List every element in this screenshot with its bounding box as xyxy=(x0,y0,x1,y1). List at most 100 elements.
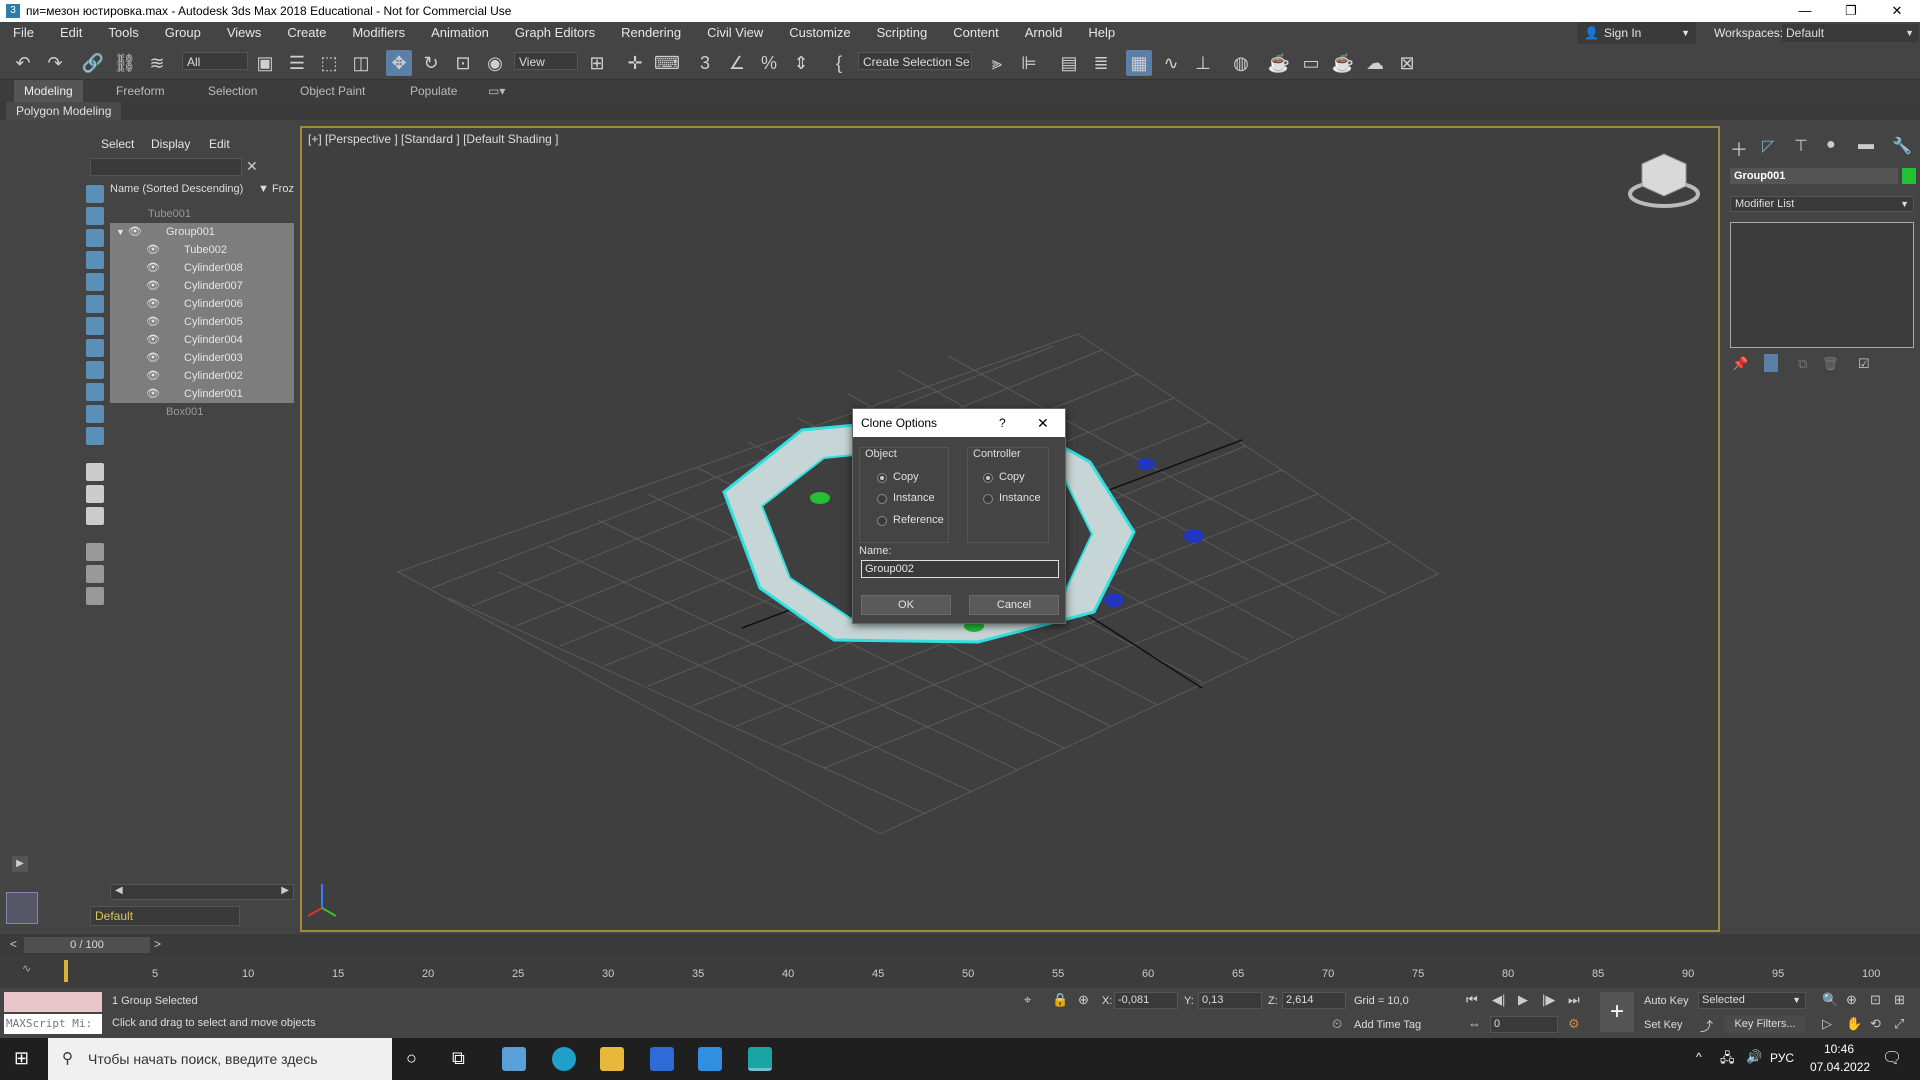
menu-customize[interactable]: Customize xyxy=(776,22,863,44)
z-coord-input[interactable]: 2,614 xyxy=(1282,992,1346,1009)
pin-stack-icon[interactable]: 📌 xyxy=(1732,356,1748,372)
filter-frozen-icon[interactable] xyxy=(86,405,104,423)
viewport-layout-tab[interactable] xyxy=(6,892,38,924)
select-by-name-icon[interactable]: ☰ xyxy=(284,50,310,76)
y-coord-input[interactable]: 0,13 xyxy=(1198,992,1262,1009)
menu-arnold[interactable]: Arnold xyxy=(1012,22,1076,44)
current-frame-input[interactable]: 0 xyxy=(1490,1016,1558,1033)
windows-start-icon[interactable]: ⊞ xyxy=(14,1048,29,1069)
default-in-out-tangent-icon[interactable]: ⤴ xyxy=(1700,1016,1713,1035)
filter-xrefs-icon[interactable] xyxy=(86,339,104,357)
eye-icon[interactable]: 👁 xyxy=(128,223,142,241)
list-item[interactable]: 👁 Tube002 xyxy=(110,241,294,259)
pivot-center-icon[interactable]: ⊞ xyxy=(584,50,610,76)
reference-coordinate-dropdown[interactable]: View xyxy=(514,52,578,70)
motion-tab-icon[interactable]: ● xyxy=(1826,136,1836,154)
display-all-icon[interactable] xyxy=(86,463,104,481)
clock-date[interactable]: 07.04.2022 xyxy=(1810,1060,1870,1074)
isolate-selection-icon[interactable]: ⌖ xyxy=(1024,992,1031,1008)
eye-icon[interactable]: 👁 xyxy=(146,367,160,385)
eye-icon[interactable]: 👁 xyxy=(146,277,160,295)
select-move-icon[interactable]: ✥ xyxy=(386,50,412,76)
play-icon[interactable]: ▶ xyxy=(1518,992,1528,1008)
create-tab-icon[interactable]: ＋ xyxy=(1730,136,1748,162)
menu-modifiers[interactable]: Modifiers xyxy=(339,22,418,44)
ribbon-options-icon[interactable]: ▭▾ xyxy=(488,80,505,102)
expand-triangle-icon[interactable]: ▼ xyxy=(116,223,125,241)
select-rotate-icon[interactable]: ↻ xyxy=(418,50,444,76)
select-place-icon[interactable]: ◉ xyxy=(482,50,508,76)
list-item[interactable]: 👁 Cylinder008 xyxy=(110,259,294,277)
redo-icon[interactable]: ↷ xyxy=(42,50,68,76)
object-instance-radio[interactable] xyxy=(877,494,887,504)
volume-icon[interactable]: 🔊 xyxy=(1746,1049,1762,1065)
track-bar[interactable]: ∿ 5 10 15 20 25 30 35 40 45 50 55 60 65 70 75 80 85 90 95 1… xyxy=(0,956,1920,988)
goto-start-icon[interactable]: ⏮ xyxy=(1466,992,1478,1008)
tab-freeform[interactable]: Freeform xyxy=(116,80,165,102)
explorer-tab-display[interactable]: Display xyxy=(151,137,190,151)
time-prev-icon[interactable]: < xyxy=(10,937,17,951)
column-header-frozen[interactable]: ▼ Froz xyxy=(258,183,294,195)
mail-icon[interactable] xyxy=(698,1047,722,1071)
menu-civil-view[interactable]: Civil View xyxy=(694,22,776,44)
filter-funnel-icon[interactable] xyxy=(86,543,104,561)
layer-explorer-icon[interactable]: ≣ xyxy=(1088,50,1114,76)
menu-graph-editors[interactable]: Graph Editors xyxy=(502,22,608,44)
list-item[interactable]: 👁 Cylinder004 xyxy=(110,331,294,349)
notifications-icon[interactable]: 🗨 xyxy=(1882,1048,1902,1068)
file-explorer-icon[interactable] xyxy=(600,1047,624,1071)
percent-snap-icon[interactable]: % xyxy=(756,50,782,76)
object-color-swatch[interactable] xyxy=(1902,168,1916,184)
controller-instance-radio[interactable] xyxy=(983,494,993,504)
key-mode-toggle-icon[interactable]: ⇔ xyxy=(1468,1016,1481,1031)
menu-edit[interactable]: Edit xyxy=(47,22,95,44)
explorer-tab-select[interactable]: Select xyxy=(101,137,134,151)
curve-editor-icon[interactable]: ∿ xyxy=(1158,50,1184,76)
cancel-button[interactable]: Cancel xyxy=(969,595,1059,615)
layer-dropdown[interactable]: Default xyxy=(90,906,240,926)
set-key-button[interactable]: Set Key xyxy=(1644,1019,1683,1031)
material-editor-icon[interactable]: ◍ xyxy=(1228,50,1254,76)
time-next-icon[interactable]: > xyxy=(154,937,161,951)
store-icon[interactable] xyxy=(650,1047,674,1071)
select-scale-icon[interactable]: ⊡ xyxy=(450,50,476,76)
input-language[interactable]: РУС xyxy=(1770,1051,1794,1065)
controller-copy-radio[interactable] xyxy=(983,473,993,483)
key-mode-dropdown[interactable]: Selected ▼ xyxy=(1698,992,1806,1009)
display-tab-icon[interactable]: ▬ xyxy=(1858,136,1874,154)
snaps-toggle-icon[interactable]: 3 xyxy=(692,50,718,76)
remove-modifier-icon[interactable]: 🗑 xyxy=(1822,356,1839,372)
filter-lights-icon[interactable] xyxy=(86,229,104,247)
zoom-extents-all-icon[interactable]: ⊞ xyxy=(1894,992,1905,1008)
object-copy-radio[interactable] xyxy=(877,473,887,483)
paint-app-icon[interactable] xyxy=(502,1047,526,1071)
tab-populate[interactable]: Populate xyxy=(410,80,457,102)
display-invert-icon[interactable] xyxy=(86,507,104,525)
object-name-field[interactable]: Group001 xyxy=(1730,168,1898,184)
select-object-icon[interactable]: ▣ xyxy=(252,50,278,76)
toggle-scene-explorer-icon[interactable]: ▤ xyxy=(1056,50,1082,76)
eye-icon[interactable]: 👁 xyxy=(146,259,160,277)
selection-lock-icon[interactable]: 🔒 xyxy=(1052,992,1068,1008)
auto-key-button[interactable]: Auto Key xyxy=(1644,995,1689,1007)
link-icon[interactable]: 🔗 xyxy=(80,50,106,76)
zoom-extents-icon[interactable]: ⊡ xyxy=(1870,992,1881,1008)
selection-filter-dropdown[interactable]: All xyxy=(182,52,248,70)
workspace-dropdown[interactable]: Default ▼ xyxy=(1782,24,1918,42)
make-unique-icon[interactable]: ⧉ xyxy=(1798,356,1807,372)
rect-selection-icon[interactable]: ⬚ xyxy=(316,50,342,76)
viewcube[interactable] xyxy=(1628,153,1700,208)
absolute-mode-icon[interactable]: ⊕ xyxy=(1078,992,1089,1008)
object-reference-radio[interactable] xyxy=(877,516,887,526)
window-crossing-icon[interactable]: ◫ xyxy=(348,50,374,76)
unlink-icon[interactable]: ⛓ xyxy=(112,50,138,76)
help-button[interactable]: ? xyxy=(999,409,1006,437)
filter-bones-icon[interactable] xyxy=(86,361,104,379)
menu-rendering[interactable]: Rendering xyxy=(608,22,694,44)
ok-button[interactable]: OK xyxy=(861,595,951,615)
tab-modeling[interactable]: Modeling xyxy=(14,80,83,102)
goto-end-icon[interactable]: ⏭ xyxy=(1568,992,1580,1008)
configure-modifier-sets-icon[interactable]: ☑ xyxy=(1858,356,1870,372)
hierarchy-tab-icon[interactable]: ⊤ xyxy=(1794,136,1808,156)
filter-spacewarps-icon[interactable] xyxy=(86,295,104,313)
